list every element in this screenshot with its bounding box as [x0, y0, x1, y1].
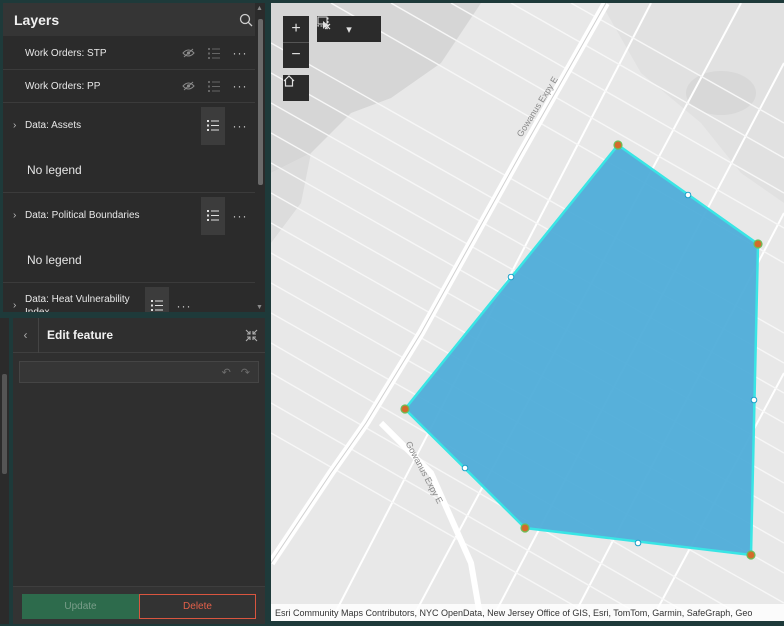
scroll-up-icon[interactable]: ▲	[256, 5, 263, 12]
edit-feature-panel: ‹ Edit feature ↶ ↷ Update Delete	[13, 317, 265, 624]
layer-item-data-assets[interactable]: › Data: Assets ···	[3, 103, 255, 148]
legend-placeholder: No legend	[3, 238, 255, 283]
left-scrollbar[interactable]	[0, 318, 9, 624]
chevron-left-icon[interactable]: ‹	[13, 317, 39, 353]
edit-header: ‹ Edit feature	[13, 317, 265, 353]
map-attribution: Esri Community Maps Contributors, NYC Op…	[271, 604, 784, 621]
zoom-out-button[interactable]: −	[283, 43, 309, 69]
layer-label: Work Orders: STP	[25, 47, 107, 59]
edit-body	[13, 388, 265, 586]
legend-list-icon[interactable]	[201, 106, 225, 145]
layers-scrollbar[interactable]: ▲ ▼	[255, 3, 265, 312]
scroll-thumb[interactable]	[2, 374, 7, 474]
selection-toolbar: ▾	[317, 16, 381, 42]
layers-title: Layers	[14, 11, 60, 28]
map-view[interactable]: Gowanus Expy E Gowanus Expy E + − ▾ Esri…	[271, 3, 784, 621]
redo-icon[interactable]: ↷	[241, 366, 250, 379]
layer-item-data-heat-vulnerability-index[interactable]: › Data: Heat Vulnerability Index ···	[3, 283, 255, 312]
layer-label: Work Orders: PP	[25, 80, 101, 92]
layer-list: Work Orders: STP ··· Work Orders: PP ···…	[3, 37, 255, 312]
zoom-in-button[interactable]: +	[283, 16, 309, 42]
basemap	[271, 3, 784, 621]
delete-button[interactable]: Delete	[139, 594, 256, 619]
home-icon[interactable]	[283, 75, 309, 101]
layers-panel: Layers Work Orders: STP ··· Work Orders:…	[3, 3, 265, 312]
edit-title: Edit feature	[47, 328, 114, 342]
search-icon[interactable]	[239, 13, 253, 27]
layer-item-work-orders-pp[interactable]: Work Orders: PP ···	[3, 70, 255, 103]
scroll-down-icon[interactable]: ▼	[256, 304, 263, 311]
more-options-icon[interactable]: ···	[229, 75, 251, 97]
collapse-icon[interactable]	[237, 329, 265, 342]
legend-list-icon[interactable]	[201, 196, 225, 235]
chevron-right-icon[interactable]: ›	[13, 120, 16, 131]
legend-list-icon[interactable]	[203, 42, 225, 64]
layer-item-work-orders-stp[interactable]: Work Orders: STP ···	[3, 37, 255, 70]
more-options-icon[interactable]: ···	[173, 295, 195, 313]
update-button[interactable]: Update	[22, 594, 139, 619]
eye-hidden-icon[interactable]	[177, 75, 199, 97]
legend-placeholder: No legend	[3, 148, 255, 193]
edit-footer: Update Delete	[13, 586, 265, 624]
scroll-thumb[interactable]	[258, 19, 263, 185]
chevron-right-icon[interactable]: ›	[13, 210, 16, 221]
more-options-icon[interactable]: ···	[229, 205, 251, 227]
edit-toolbar: ↶ ↷	[19, 361, 259, 383]
chevron-right-icon[interactable]: ›	[13, 300, 16, 311]
layer-label: Data: Political Boundaries	[25, 210, 140, 221]
more-options-icon[interactable]: ···	[229, 115, 251, 137]
layer-label: Data: Heat Vulnerability Index	[25, 293, 130, 313]
chevron-down-icon[interactable]: ▾	[346, 23, 352, 36]
layer-label: Data: Assets	[25, 120, 82, 131]
eye-hidden-icon[interactable]	[177, 42, 199, 64]
layers-header: Layers	[3, 3, 265, 36]
legend-list-icon[interactable]	[145, 286, 169, 312]
more-options-icon[interactable]: ···	[229, 42, 251, 64]
legend-list-icon[interactable]	[203, 75, 225, 97]
undo-icon[interactable]: ↶	[222, 366, 231, 379]
layer-item-data-political-boundaries[interactable]: › Data: Political Boundaries ···	[3, 193, 255, 238]
zoom-control: + −	[283, 16, 309, 68]
